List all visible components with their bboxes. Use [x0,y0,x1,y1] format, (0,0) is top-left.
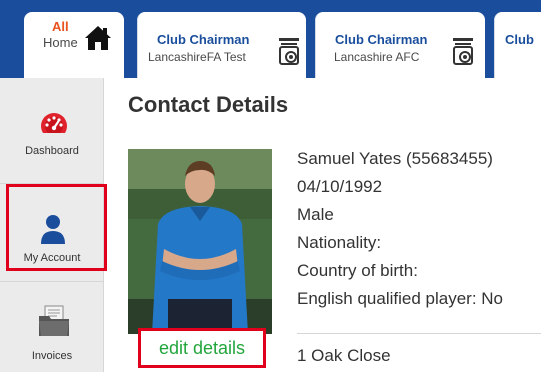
nationality: Nationality: [297,233,382,252]
profile-photo [128,149,272,334]
gender: Male [297,205,334,224]
tab-club-chairman-lancashire-afc[interactable]: Club Chairman Lancashire AFC [315,12,485,78]
top-tab-bar: All Home Club Chairman LancashireFA Test… [0,0,541,78]
contact-details-list: Samuel Yates (55683455) 04/10/1992 Male … [297,145,541,313]
certificate-icon [279,38,299,65]
tab-home-all-label: All [52,19,69,34]
country-of-birth: Country of birth: [297,261,418,280]
my-account-highlight [6,184,107,271]
page-title: Contact Details [128,92,289,117]
tab-home-label: Home [43,35,78,50]
tab-subtitle: LancashireFA Test [148,50,246,64]
certificate-icon [453,38,473,65]
tab-title: Club Chairman [157,32,250,47]
sidebar-item-dashboard[interactable]: Dashboard [0,78,104,184]
profile-photo-image [128,149,272,334]
dashboard-gauge-icon [41,113,67,139]
address-line-1: 1 Oak Close [297,346,391,365]
sidebar-item-label: Dashboard [25,145,79,157]
tab-all-home[interactable]: All Home [24,12,124,78]
english-qualified-player: English qualified player: No [297,289,504,308]
tab-subtitle: Lancashire AFC [334,50,420,64]
sidebar-item-invoices[interactable]: Invoices [0,282,104,372]
tab-title: Club [505,32,534,47]
player-name: Samuel Yates (55683455) [297,149,493,168]
tab-club-chairman-lancashirefa-test[interactable]: Club Chairman LancashireFA Test [137,12,306,78]
edit-details-link[interactable]: edit details [138,328,266,368]
date-of-birth: 04/10/1992 [297,177,383,196]
tab-club-partial[interactable]: Club [494,12,541,78]
sidebar-item-label: Invoices [31,350,73,362]
invoice-folder-icon [39,305,69,336]
details-divider [297,333,541,334]
home-icon [85,26,111,50]
tab-title: Club Chairman [335,32,428,47]
